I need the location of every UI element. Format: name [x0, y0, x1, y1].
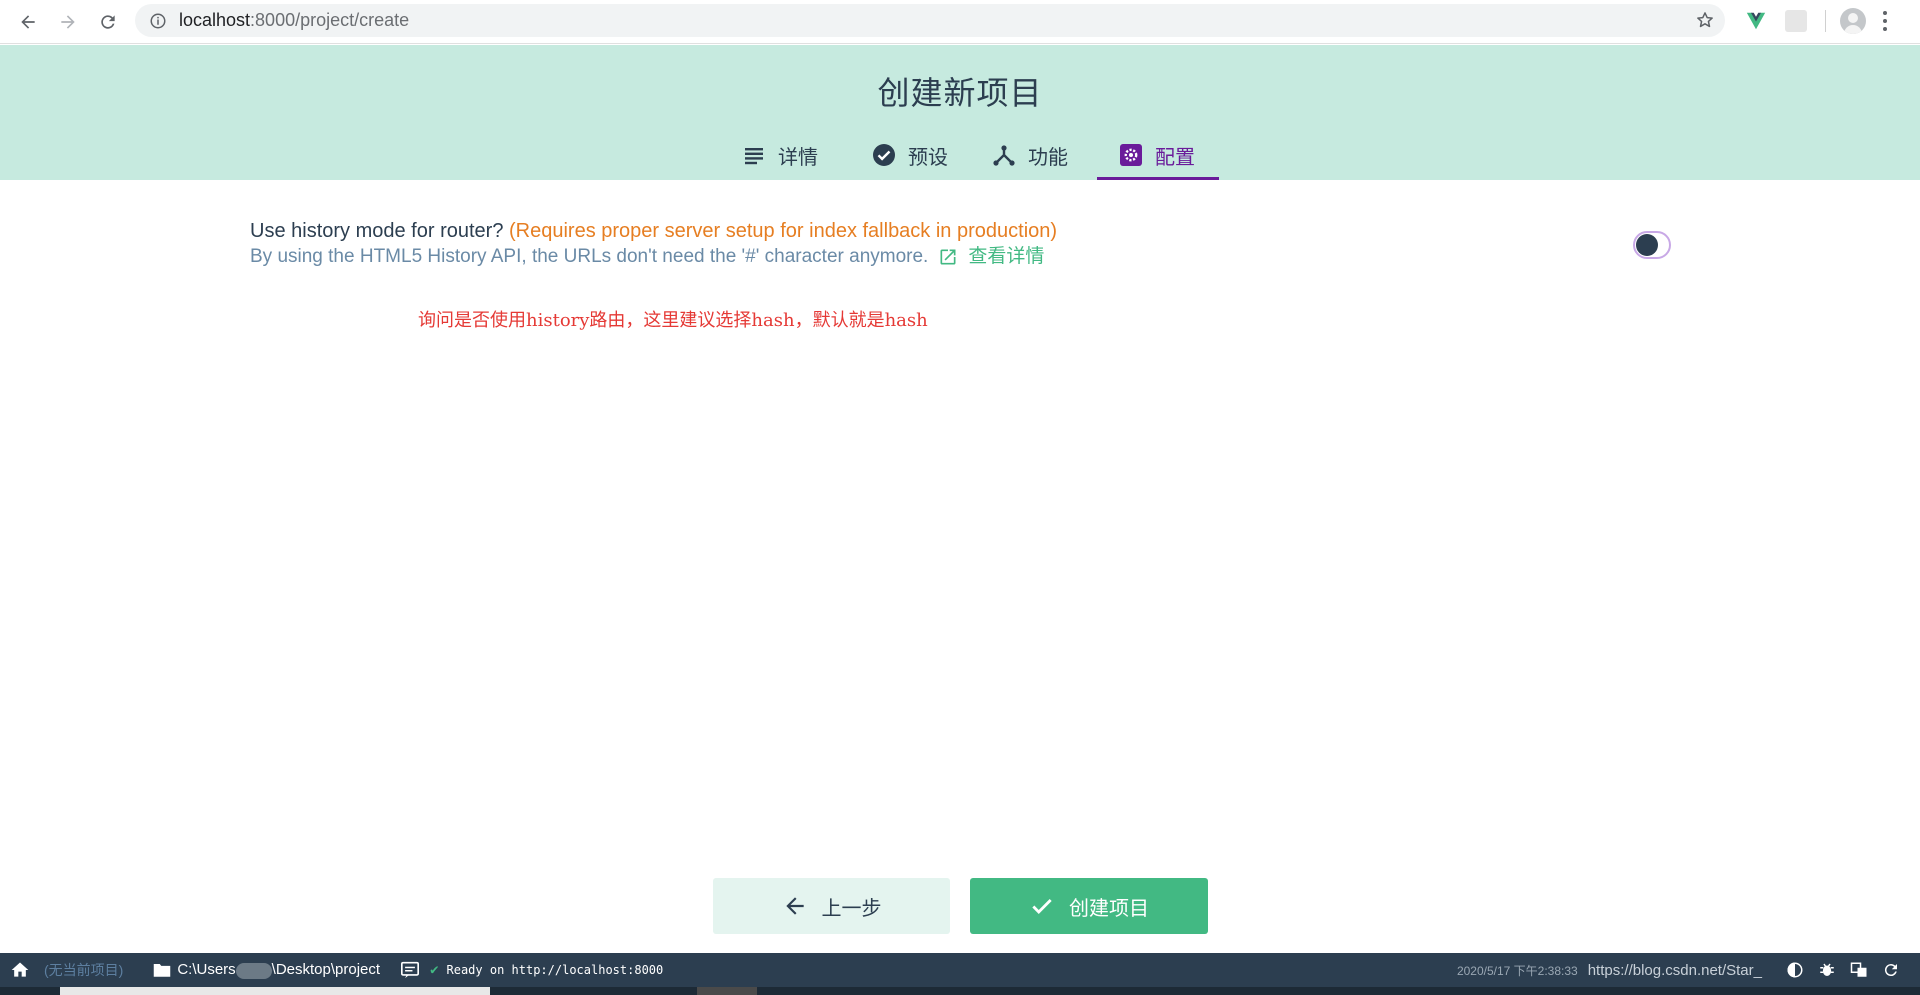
redacted-username — [235, 962, 272, 979]
router-history-option: Use history mode for router? (Requires p… — [250, 218, 1670, 270]
status-bar-right: 2020/5/17 下午2:38:33 https://blog.csdn.ne… — [1457, 953, 1900, 987]
tab-label: 预设 — [908, 146, 948, 169]
tab-label: 详情 — [778, 146, 818, 169]
gear-icon — [1119, 143, 1143, 167]
option-description: By using the HTML5 History API, the URLs… — [250, 244, 1670, 270]
history-mode-toggle[interactable] — [1633, 231, 1671, 259]
arrow-left-icon — [21, 14, 35, 29]
create-project-button[interactable]: 创建项目 — [970, 878, 1208, 934]
status-datetime: 2020/5/17 下午2:38:33 — [1456, 963, 1578, 978]
more-info-link[interactable]: 查看详情 — [938, 244, 1044, 270]
list-icon — [742, 143, 766, 167]
home-icon[interactable] — [10, 960, 30, 980]
reload-icon — [101, 14, 115, 29]
info-icon[interactable] — [149, 12, 167, 30]
toggle-knob — [1636, 234, 1658, 256]
dark-mode-icon[interactable] — [1786, 961, 1804, 979]
option-warning: (Requires proper server setup for index … — [509, 220, 1058, 242]
page-header: 创建新项目 详情 预设 功能 配置 — [0, 45, 1920, 180]
annotation-note: 询问是否使用history路由，这里建议选择hash，默认就是hash — [418, 310, 928, 331]
taskbar-strip — [0, 987, 1920, 995]
console-log-icon[interactable] — [400, 961, 420, 979]
taskbar-segment — [697, 987, 757, 995]
refresh-icon[interactable] — [1882, 961, 1900, 979]
browser-menu-icon[interactable] — [1882, 11, 1888, 31]
ready-check-icon: ✔ — [430, 962, 439, 978]
extension-icon[interactable] — [1785, 10, 1807, 32]
profile-avatar-icon[interactable] — [1840, 8, 1866, 34]
url-path: :8000/project/create — [250, 10, 410, 30]
address-bar[interactable]: localhost:8000/project/create — [135, 4, 1725, 37]
check-circle-icon — [872, 143, 896, 167]
option-description-text: By using the HTML5 History API, the URLs… — [250, 246, 929, 267]
bug-report-icon[interactable] — [1818, 961, 1836, 979]
page-title: 创建新项目 — [877, 75, 1043, 111]
tab-details[interactable]: 详情 — [720, 130, 850, 180]
path-end: \Desktop\project — [271, 961, 381, 979]
watermark: https://blog.csdn.net/Star_ — [1587, 961, 1762, 979]
tab-config[interactable]: 配置 — [1097, 130, 1219, 180]
arrow-left-icon — [785, 897, 804, 915]
current-path[interactable]: C:\Users \Desktop\project — [177, 961, 381, 979]
checkmark-icon — [1032, 899, 1052, 914]
tab-presets[interactable]: 预设 — [850, 130, 970, 180]
server-status-text: Ready on http://localhost:8000 — [446, 963, 664, 977]
external-link-icon — [940, 249, 956, 265]
tab-label: 功能 — [1028, 146, 1068, 169]
translate-icon[interactable] — [1850, 961, 1868, 979]
step-tabs: 详情 预设 功能 配置 — [720, 130, 1219, 180]
folder-icon — [154, 964, 171, 977]
tab-features[interactable]: 功能 — [970, 130, 1097, 180]
bookmark-star-icon[interactable] — [1695, 10, 1715, 30]
toolbar-divider — [1825, 10, 1826, 32]
create-project-label: 创建项目 — [1069, 897, 1149, 920]
option-title-text: Use history mode for router? — [250, 220, 504, 242]
reload-button[interactable] — [88, 2, 128, 42]
fork-icon — [992, 143, 1016, 167]
vue-devtools-icon[interactable] — [1745, 10, 1767, 32]
more-info-label: 查看详情 — [968, 246, 1045, 267]
path-start: C:\Users — [177, 961, 236, 979]
url-host: localhost — [179, 10, 251, 30]
tab-label: 配置 — [1155, 146, 1195, 169]
current-project-label[interactable]: (无当前项目) — [44, 960, 123, 980]
browser-toolbar: localhost:8000/project/create — [0, 0, 1920, 44]
previous-step-label: 上一步 — [821, 897, 882, 920]
forward-button[interactable] — [48, 2, 88, 42]
arrow-right-icon — [61, 14, 75, 29]
option-title: Use history mode for router? (Requires p… — [250, 218, 1670, 244]
taskbar-segment — [60, 987, 490, 995]
back-button[interactable] — [8, 2, 48, 42]
status-bar: (无当前项目) C:\Users \Desktop\project ✔ Ready … — [0, 953, 1920, 987]
server-status: ✔ Ready on http://localhost:8000 — [430, 962, 663, 978]
previous-step-button[interactable]: 上一步 — [713, 878, 950, 934]
url-text[interactable]: localhost:8000/project/create — [179, 10, 409, 31]
